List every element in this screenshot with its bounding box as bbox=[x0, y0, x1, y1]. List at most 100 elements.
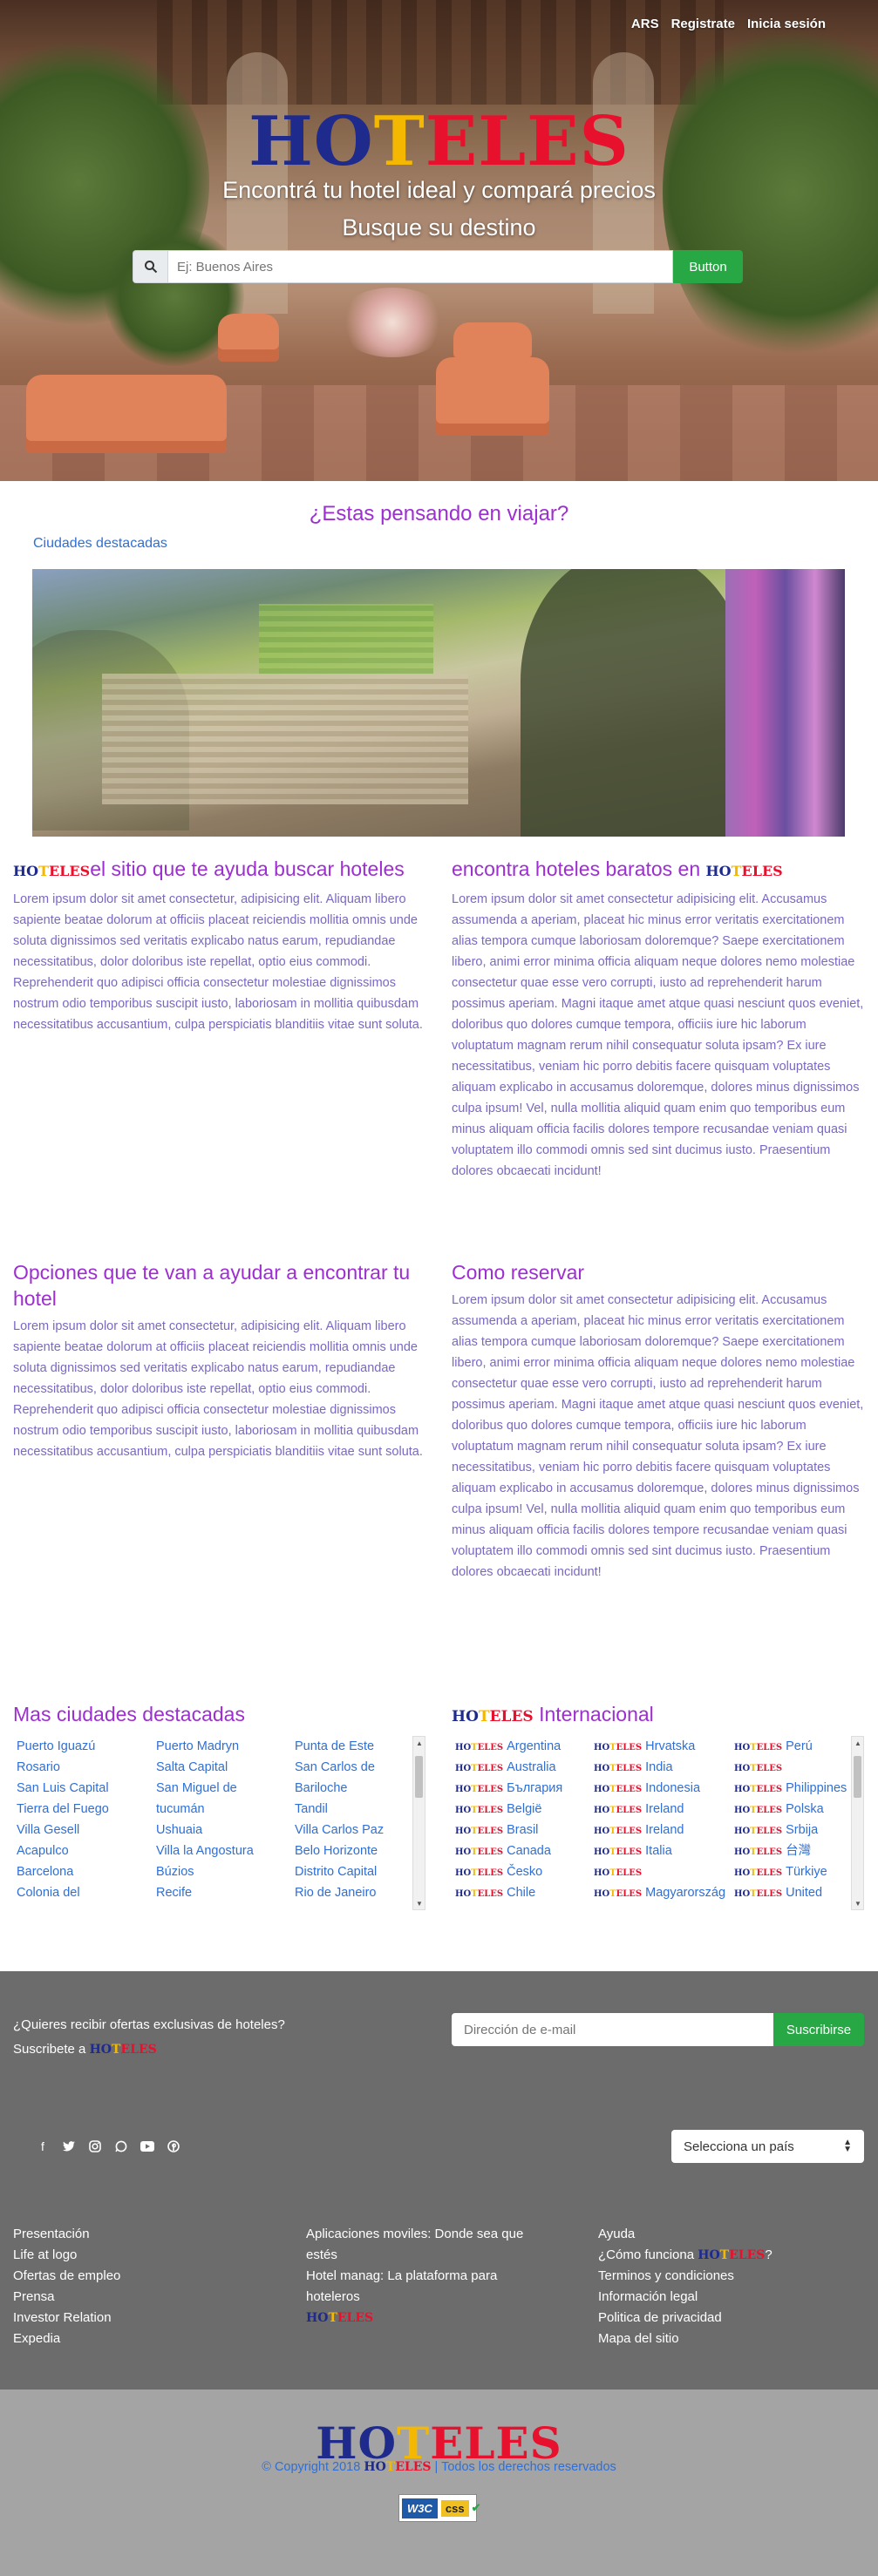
footer-link-cont[interactable]: estés bbox=[306, 2245, 568, 2266]
search-icon[interactable] bbox=[133, 250, 167, 283]
footer-logo[interactable]: HOTELES bbox=[306, 2308, 568, 2329]
footer-link[interactable]: Investor Relation bbox=[13, 2308, 120, 2329]
city-link[interactable]: Bariloche bbox=[295, 1778, 384, 1799]
footer-link[interactable]: Life at logo bbox=[13, 2245, 120, 2266]
textile-image bbox=[725, 569, 845, 837]
email-field[interactable] bbox=[452, 2013, 773, 2046]
whatsapp-icon[interactable] bbox=[113, 2139, 129, 2154]
pinterest-icon[interactable] bbox=[166, 2139, 181, 2154]
country-link[interactable]: HOTELES Česko bbox=[455, 1861, 562, 1882]
block-text: Lorem ipsum dolor sit amet consectetur a… bbox=[452, 1293, 864, 1579]
footer-link[interactable]: Aplicaciones moviles: Donde sea que bbox=[306, 2224, 568, 2245]
inline-logo: HOTELES bbox=[364, 2460, 432, 2474]
country-link[interactable]: HOTELES Italia bbox=[594, 1840, 725, 1861]
country-link[interactable]: HOTELES Srbija bbox=[734, 1820, 847, 1840]
city-column: Puerto Iguazú Rosario San Luis Capital Tier… bbox=[17, 1736, 109, 1903]
footer: ¿Quieres recibir ofertas exclusivas de h… bbox=[0, 1971, 878, 2390]
city-link[interactable]: Distrito Capital bbox=[295, 1861, 384, 1882]
twitter-icon[interactable] bbox=[61, 2139, 77, 2154]
footer-link[interactable]: Prensa bbox=[13, 2287, 120, 2308]
country-link[interactable]: HOTELES Chile bbox=[455, 1882, 562, 1903]
city-link[interactable]: San Carlos de bbox=[295, 1757, 384, 1778]
youtube-icon[interactable] bbox=[140, 2139, 155, 2154]
footer-link[interactable]: Presentación bbox=[13, 2224, 120, 2245]
featured-cities-link[interactable]: Ciudades destacadas bbox=[33, 536, 167, 552]
country-link[interactable]: HOTELES Brasil bbox=[455, 1820, 562, 1840]
city-link[interactable]: San Luis Capital bbox=[17, 1778, 109, 1799]
country-link[interactable]: HOTELES Australia bbox=[455, 1757, 562, 1778]
country-link[interactable]: HOTELES Philippines bbox=[734, 1778, 847, 1799]
footer-link[interactable]: Información legal bbox=[598, 2287, 773, 2308]
country-select[interactable]: Selecciona un país ▲ ▼ bbox=[671, 2130, 864, 2163]
footer-link[interactable]: Terminos y condiciones bbox=[598, 2266, 773, 2287]
hero-logo[interactable]: HOTELES bbox=[0, 103, 878, 181]
country-link[interactable]: HOTELES Hrvatska bbox=[594, 1736, 725, 1757]
city-link[interactable]: Villa la Angostura bbox=[156, 1840, 254, 1861]
international-scrollbar[interactable]: ▲ ▼ bbox=[851, 1736, 864, 1910]
country-link[interactable]: HOTELES 台灣 bbox=[734, 1840, 847, 1861]
country-link[interactable]: HOTELES Ireland bbox=[594, 1820, 725, 1840]
travel-question-heading: ¿Estas pensando en viajar? bbox=[309, 502, 569, 525]
city-link[interactable]: Tierra del Fuego bbox=[17, 1799, 109, 1820]
country-link[interactable]: HOTELES Argentina bbox=[455, 1736, 562, 1757]
city-link[interactable]: Punta de Este bbox=[295, 1736, 384, 1757]
footer-link[interactable]: ¿Cómo funciona HOTELES? bbox=[598, 2245, 773, 2266]
city-link[interactable]: Salta Capital bbox=[156, 1757, 254, 1778]
city-link[interactable]: Ushuaia bbox=[156, 1820, 254, 1840]
city-link[interactable]: Puerto Madryn bbox=[156, 1736, 254, 1757]
city-link[interactable]: Villa Gesell bbox=[17, 1820, 109, 1840]
block-heading: encontra hoteles baratos en HOTELES bbox=[452, 858, 783, 880]
country-link[interactable]: HOTELES Ireland bbox=[594, 1799, 725, 1820]
w3c-css-badge[interactable]: W3C css ✔ bbox=[398, 2494, 481, 2522]
country-link[interactable]: HOTELES België bbox=[455, 1799, 562, 1820]
inline-logo: HOTELES bbox=[594, 1785, 643, 1794]
country-link[interactable]: HOTELES Perú bbox=[734, 1736, 847, 1757]
country-link[interactable]: HOTELES India bbox=[594, 1757, 725, 1778]
city-link[interactable]: Acapulco bbox=[17, 1840, 109, 1861]
social-links: f bbox=[35, 2139, 181, 2154]
footer-link[interactable]: Hotel manag: La plataforma para bbox=[306, 2266, 568, 2287]
subscribe-button[interactable]: Suscribirse bbox=[773, 2013, 864, 2046]
register-link[interactable]: Registrate bbox=[671, 17, 735, 31]
international-list[interactable]: HOTELES Argentina HOTELES Australia HOTELES Б… bbox=[452, 1736, 853, 1910]
search-input[interactable] bbox=[167, 250, 673, 283]
country-link[interactable]: HOTELES United bbox=[734, 1882, 847, 1903]
country-link[interactable]: HOTELES Türkiye bbox=[734, 1861, 847, 1882]
login-link[interactable]: Inicia sesión bbox=[747, 17, 826, 31]
country-link[interactable]: HOTELES България bbox=[455, 1778, 562, 1799]
cities-scrollbar[interactable]: ▲ ▼ bbox=[412, 1736, 425, 1910]
footer-link[interactable]: Expedia bbox=[13, 2329, 120, 2349]
city-link[interactable]: Villa Carlos Paz bbox=[295, 1820, 384, 1840]
city-link[interactable]: Tandil bbox=[295, 1799, 384, 1820]
city-link[interactable]: Búzios bbox=[156, 1861, 254, 1882]
footer-link[interactable]: Ayuda bbox=[598, 2224, 773, 2245]
city-link[interactable]: Puerto Iguazú bbox=[17, 1736, 109, 1757]
city-link[interactable]: Recife bbox=[156, 1882, 254, 1903]
country-link[interactable]: HOTELES Indonesia bbox=[594, 1778, 725, 1799]
search-button[interactable]: Button bbox=[673, 250, 743, 283]
city-link[interactable]: Colonia del bbox=[17, 1882, 109, 1903]
instagram-icon[interactable] bbox=[87, 2139, 103, 2154]
currency-link[interactable]: ARS bbox=[631, 17, 659, 31]
top-nav: ARS Registrate Inicia sesión bbox=[631, 17, 826, 31]
footer-link-cont[interactable]: hoteleros bbox=[306, 2287, 568, 2308]
country-link[interactable]: HOTELES bbox=[734, 1757, 847, 1778]
footer-link[interactable]: Ofertas de empleo bbox=[13, 2266, 120, 2287]
more-cities-list[interactable]: Puerto Iguazú Rosario San Luis Capital Tier… bbox=[13, 1736, 427, 1910]
city-link[interactable]: tucumán bbox=[156, 1799, 254, 1820]
city-link[interactable]: Barcelona bbox=[17, 1861, 109, 1882]
city-link[interactable]: Rosario bbox=[17, 1757, 109, 1778]
country-link[interactable]: HOTELES bbox=[594, 1861, 725, 1882]
country-link[interactable]: HOTELES Polska bbox=[734, 1799, 847, 1820]
inline-logo: HOTELES bbox=[455, 1764, 504, 1773]
country-link[interactable]: HOTELES Canada bbox=[455, 1840, 562, 1861]
facebook-icon[interactable]: f bbox=[35, 2139, 51, 2154]
country-column: HOTELES Hrvatska HOTELES India HOTELES Indone… bbox=[594, 1736, 725, 1903]
featured-city-carousel[interactable] bbox=[32, 569, 845, 837]
city-link[interactable]: Belo Horizonte bbox=[295, 1840, 384, 1861]
footer-link[interactable]: Politica de privacidad bbox=[598, 2308, 773, 2329]
footer-link[interactable]: Mapa del sitio bbox=[598, 2329, 773, 2349]
city-link[interactable]: Rio de Janeiro bbox=[295, 1882, 384, 1903]
country-link[interactable]: HOTELES Magyarország bbox=[594, 1882, 725, 1903]
city-link[interactable]: San Miguel de bbox=[156, 1778, 254, 1799]
